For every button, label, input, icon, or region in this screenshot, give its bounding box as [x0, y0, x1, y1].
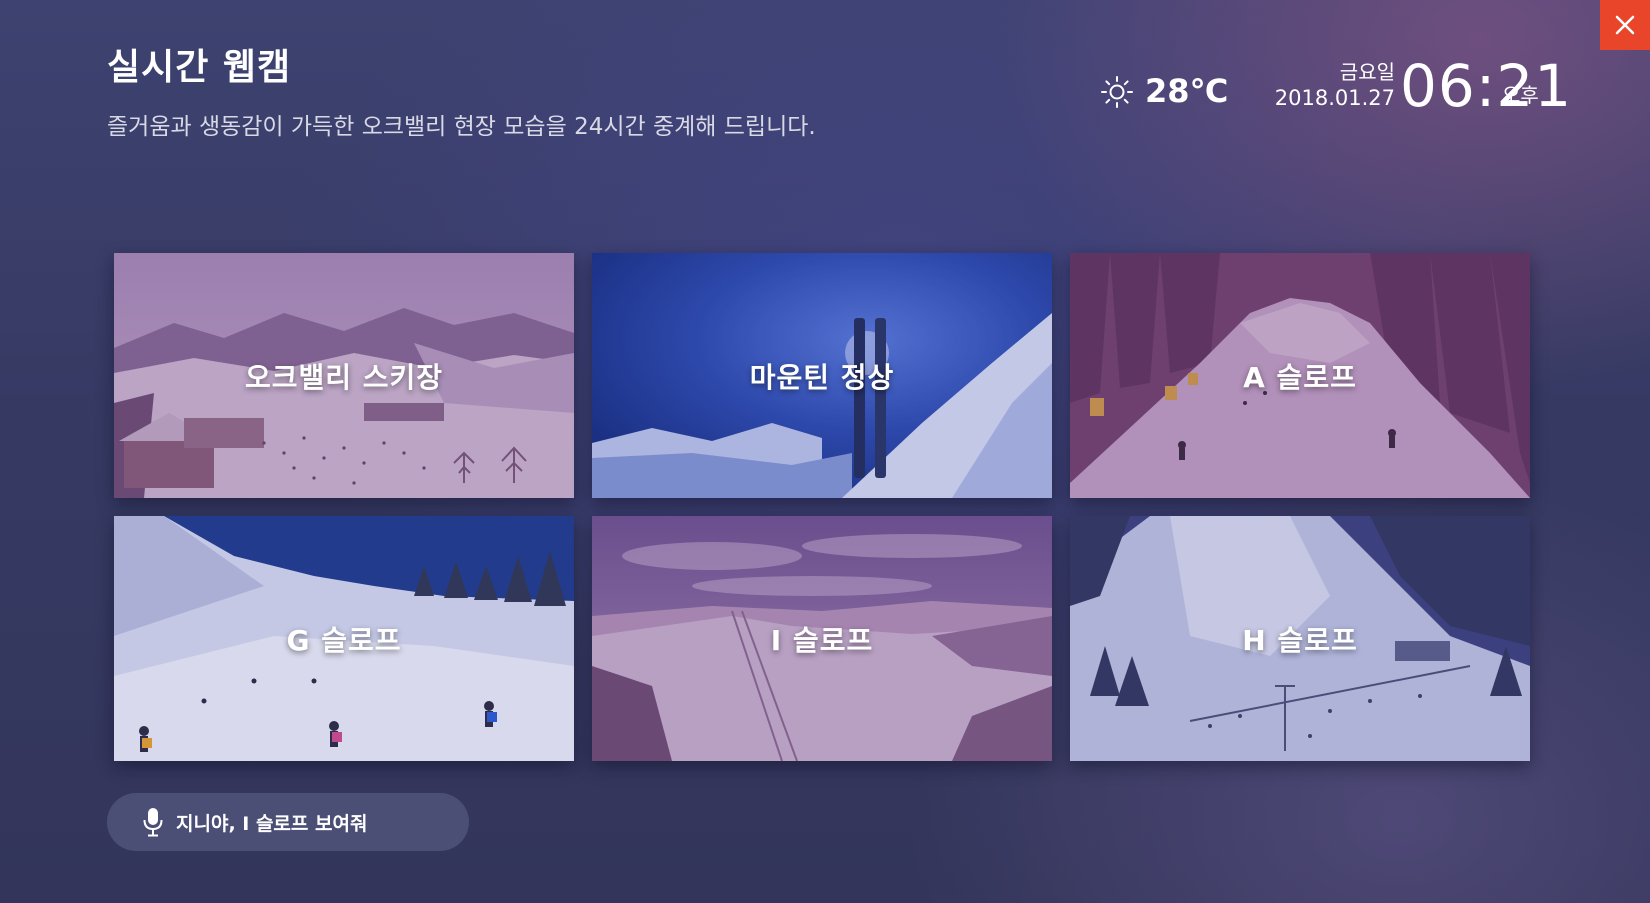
- webcam-tile-label: 오크밸리 스키장: [244, 360, 444, 394]
- webcam-tile-h-slope[interactable]: H 슬로프: [1070, 516, 1530, 761]
- temperature: 28℃: [1145, 72, 1229, 110]
- webcam-tile-label: H 슬로프: [1242, 623, 1358, 657]
- webcam-tile-label: G 슬로프: [286, 623, 402, 657]
- clock-ampm: 오후: [1502, 83, 1539, 107]
- webcam-tile-label: A 슬로프: [1243, 360, 1357, 394]
- webcam-tile-resort[interactable]: 오크밸리 스키장: [114, 253, 574, 498]
- webcam-grid: 오크밸리 스키장 마운틴 정상 A 슬로프 G 슬로프 I 슬로프 H 슬로프: [114, 253, 1532, 763]
- webcam-tile-i-slope[interactable]: I 슬로프: [592, 516, 1052, 761]
- page-title: 실시간 웹캠: [107, 47, 292, 88]
- voice-command-hint[interactable]: 지니야, I 슬로프 보여줘: [107, 793, 469, 851]
- date: 2018.01.27: [1274, 86, 1395, 110]
- webcam-tile-label: 마운틴 정상: [749, 360, 895, 394]
- clock-time: 06:21: [1400, 52, 1573, 120]
- mic-icon: [143, 808, 163, 837]
- status-bar: 28℃ 금요일 2018.01.27 06:21 오후: [1100, 50, 1571, 120]
- weekday: 금요일: [1339, 60, 1395, 84]
- webcam-tile-g-slope[interactable]: G 슬로프: [114, 516, 574, 761]
- close-icon: [1615, 15, 1635, 35]
- webcam-tile-label: I 슬로프: [770, 623, 874, 657]
- webcam-tile-mountain-top[interactable]: 마운틴 정상: [592, 253, 1052, 498]
- sun-icon: [1101, 76, 1133, 108]
- page-subtitle: 즐거움과 생동감이 가득한 오크밸리 현장 모습을 24시간 중계해 드립니다.: [107, 114, 816, 140]
- webcam-tile-a-slope[interactable]: A 슬로프: [1070, 253, 1530, 498]
- voice-hint-text: 지니야, I 슬로프 보여줘: [176, 812, 368, 835]
- close-button[interactable]: [1600, 0, 1650, 50]
